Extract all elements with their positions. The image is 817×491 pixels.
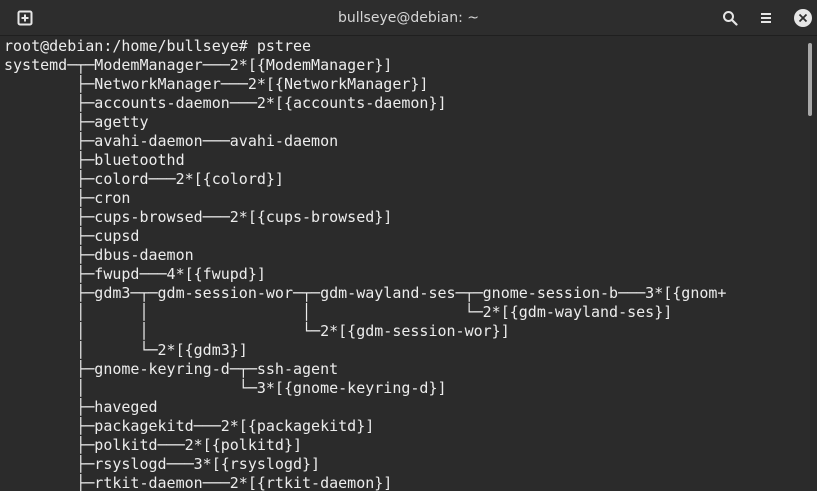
- menu-button[interactable]: [754, 6, 778, 30]
- terminal-line: │ │ │ └─2*[{gdm-wayland-ses}]: [4, 303, 673, 321]
- terminal-line: ├─gdm3─┬─gdm-session-wor─┬─gdm-wayland-s…: [4, 284, 727, 302]
- terminal-output[interactable]: root@debian:/home/bullseye# pstree system…: [0, 37, 817, 491]
- scrollbar[interactable]: [805, 37, 817, 491]
- search-button[interactable]: [718, 6, 742, 30]
- terminal-line: │ └─2*[{gdm3}]: [4, 341, 248, 359]
- terminal-line: ├─rsyslogd───3*[{rsyslogd}]: [4, 455, 321, 473]
- terminal-line: ├─accounts-daemon───2*[{accounts-daemon}…: [4, 94, 447, 112]
- search-icon: [723, 11, 738, 26]
- terminal-line: ├─cups-browsed───2*[{cups-browsed}]: [4, 208, 393, 226]
- terminal-line: systemd─┬─ModemManager───2*[{ModemManage…: [4, 56, 393, 74]
- close-button[interactable]: [791, 6, 815, 30]
- hamburger-menu-icon: [761, 13, 771, 23]
- terminal-line: ├─cupsd: [4, 227, 140, 245]
- scrollbar-thumb[interactable]: [808, 43, 812, 116]
- terminal-line: ├─polkitd───2*[{polkitd}]: [4, 436, 303, 454]
- terminal-line: │ │ └─2*[{gdm-session-wor}]: [4, 322, 510, 340]
- terminal-line: ├─avahi-daemon───avahi-daemon: [4, 132, 339, 150]
- title-bar: bullseye@debian: ~: [0, 0, 817, 36]
- terminal-line: ├─fwupd───4*[{fwupd}]: [4, 265, 266, 283]
- terminal-line: ├─haveged: [4, 398, 158, 416]
- terminal-line: ├─bluetoothd: [4, 151, 185, 169]
- terminal-line: ├─rtkit-daemon───2*[{rtkit-daemon}]: [4, 474, 393, 491]
- close-icon: [794, 9, 812, 27]
- terminal-line: ├─dbus-daemon: [4, 246, 194, 264]
- terminal-line: ├─gnome-keyring-d─┬─ssh-agent: [4, 360, 339, 378]
- terminal-window: bullseye@debian: ~ root@debian:/home/bul…: [0, 0, 817, 491]
- window-title: bullseye@debian: ~: [338, 10, 479, 26]
- terminal-line: ├─agetty: [4, 113, 149, 131]
- terminal-line: │ └─3*[{gnome-keyring-d}]: [4, 379, 447, 397]
- terminal-line: root@debian:/home/bullseye# pstree: [4, 37, 312, 55]
- terminal-line: ├─colord───2*[{colord}]: [4, 170, 284, 188]
- terminal-line: ├─NetworkManager───2*[{NetworkManager}]: [4, 75, 429, 93]
- terminal-line: ├─packagekitd───2*[{packagekitd}]: [4, 417, 375, 435]
- terminal-line: ├─cron: [4, 189, 131, 207]
